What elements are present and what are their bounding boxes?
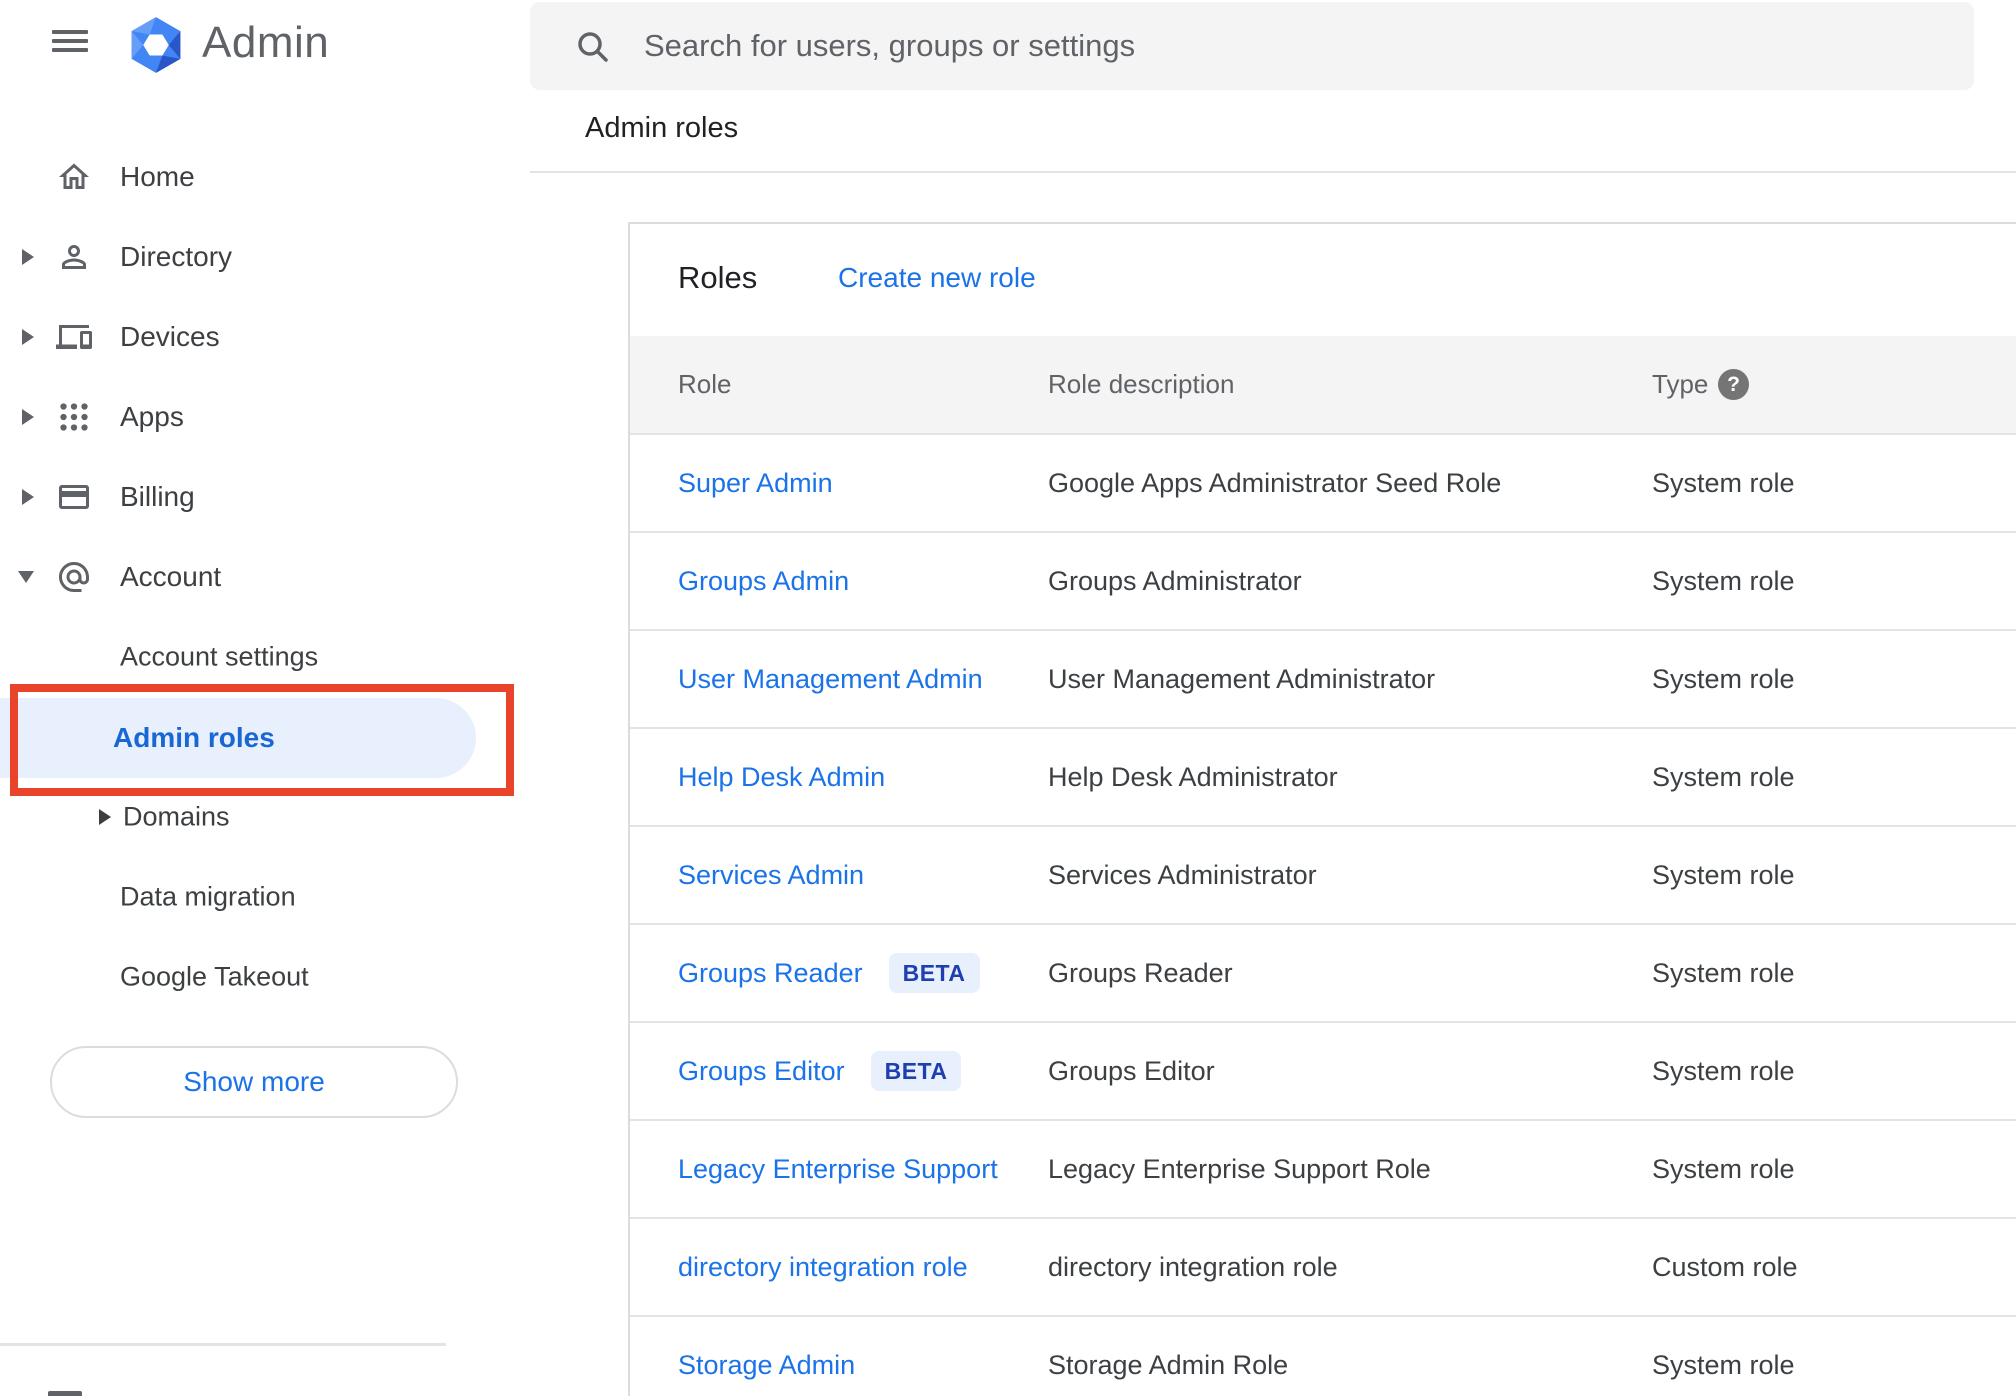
sidebar-item-account[interactable]: Account (0, 545, 446, 609)
role-description: Storage Admin Role (1048, 1350, 1289, 1380)
admin-logo-icon (131, 17, 181, 73)
role-link[interactable]: Groups Editor (678, 1023, 845, 1119)
table-header-row: Role Role description Type ? (630, 336, 2016, 433)
role-description: Google Apps Administrator Seed Role (1048, 468, 1502, 498)
role-type: System role (1652, 958, 1795, 988)
apps-grid-icon (60, 403, 88, 431)
sidebar-item-label: Billing (120, 481, 195, 512)
table-row: directory integration role directory int… (630, 1217, 2016, 1315)
role-link[interactable]: Help Desk Admin (678, 729, 885, 825)
table-row: Groups Editor BETA Groups Editor System … (630, 1021, 2016, 1119)
sidebar-item-google-takeout[interactable]: Google Takeout (0, 945, 446, 1009)
chevron-right-icon[interactable] (22, 409, 34, 425)
sidebar-item-home[interactable]: Home (0, 145, 446, 209)
sidebar-item-label: Domains (123, 801, 230, 832)
role-description: directory integration role (1048, 1252, 1338, 1282)
column-header-role-description: Role description (1048, 369, 1235, 399)
person-icon (62, 245, 86, 269)
role-type: System role (1652, 468, 1795, 498)
sidebar-item-label: Devices (120, 321, 220, 352)
role-type: System role (1652, 762, 1795, 792)
role-link[interactable]: User Management Admin (678, 631, 983, 727)
roles-card-header: Roles Create new role (630, 224, 2016, 336)
role-type: System role (1652, 664, 1795, 694)
sidebar-item-account-settings[interactable]: Account settings (0, 625, 446, 689)
show-more-button[interactable]: Show more (50, 1046, 458, 1118)
sidebar-item-domains[interactable]: Domains (0, 785, 446, 849)
role-type: System role (1652, 1056, 1795, 1086)
credit-card-icon (59, 485, 89, 509)
sidebar-item-label: Account settings (120, 641, 319, 672)
table-row: Help Desk Admin Help Desk Administrator … (630, 727, 2016, 825)
table-row: Groups Admin Groups Administrator System… (630, 531, 2016, 629)
chevron-right-icon[interactable] (22, 249, 34, 265)
sidebar-item-billing[interactable]: Billing (0, 465, 446, 529)
devices-icon (56, 325, 92, 349)
role-link[interactable]: Legacy Enterprise Support (678, 1121, 998, 1217)
hamburger-menu-icon[interactable] (52, 30, 88, 54)
table-row: Storage Admin Storage Admin Role System … (630, 1315, 2016, 1396)
chevron-right-icon[interactable] (22, 489, 34, 505)
role-description: Groups Editor (1048, 1056, 1215, 1086)
breadcrumb: Admin roles (585, 112, 739, 144)
sidebar-divider (0, 1343, 446, 1346)
sidebar-item-devices[interactable]: Devices (0, 305, 446, 369)
role-description: Groups Reader (1048, 958, 1233, 988)
role-type: System role (1652, 860, 1795, 890)
admin-console-page: Admin Search for users, groups or settin… (0, 0, 2016, 1396)
roles-card: Roles Create new role Role Role descript… (628, 222, 2016, 1396)
roles-table-body: Super Admin Google Apps Administrator Se… (630, 433, 2016, 1396)
table-row: User Management Admin User Management Ad… (630, 629, 2016, 727)
help-icon[interactable]: ? (1718, 369, 1749, 400)
sidebar-item-label: Home (120, 161, 195, 192)
sidebar-item-label: Google Takeout (120, 961, 309, 992)
table-row: Groups Reader BETA Groups Reader System … (630, 923, 2016, 1021)
sidebar-item-label: Data migration (120, 881, 296, 912)
clipped-sidebar-icon (48, 1391, 82, 1396)
search-placeholder: Search for users, groups or settings (644, 28, 1136, 63)
role-type: System role (1652, 566, 1795, 596)
chevron-down-icon[interactable] (18, 571, 34, 583)
column-header-role: Role (678, 369, 732, 399)
role-link[interactable]: Services Admin (678, 827, 864, 923)
table-row: Super Admin Google Apps Administrator Se… (630, 433, 2016, 531)
table-row: Services Admin Services Administrator Sy… (630, 825, 2016, 923)
role-type: System role (1652, 1154, 1795, 1184)
chevron-right-icon[interactable] (99, 809, 111, 825)
sidebar-item-label: Directory (120, 241, 233, 272)
role-link[interactable]: Groups Admin (678, 533, 849, 629)
chevron-right-icon[interactable] (22, 329, 34, 345)
home-icon (59, 163, 89, 189)
beta-badge: BETA (870, 1051, 962, 1091)
role-link[interactable]: Super Admin (678, 435, 833, 531)
search-input[interactable]: Search for users, groups or settings (530, 2, 1974, 90)
create-new-role-link[interactable]: Create new role (838, 224, 1036, 332)
sidebar-item-data-migration[interactable]: Data migration (0, 865, 446, 929)
sidebar-item-directory[interactable]: Directory (0, 225, 446, 289)
role-type: System role (1652, 1350, 1795, 1380)
card-title: Roles (678, 260, 758, 295)
table-row: Legacy Enterprise Support Legacy Enterpr… (630, 1119, 2016, 1217)
column-header-type: Type (1652, 369, 1709, 399)
beta-badge: BETA (888, 953, 980, 993)
role-description: Services Administrator (1048, 860, 1317, 890)
role-link[interactable]: Groups Reader (678, 925, 863, 1021)
role-type: Custom role (1652, 1252, 1798, 1282)
role-description: Legacy Enterprise Support Role (1048, 1154, 1431, 1184)
sidebar-item-label: Admin roles (113, 722, 275, 753)
role-link[interactable]: directory integration role (678, 1219, 968, 1315)
sidebar-item-admin-roles[interactable]: Admin roles (0, 698, 476, 778)
sidebar-item-label: Account (120, 561, 222, 592)
role-description: Groups Administrator (1048, 566, 1302, 596)
sidebar-item-label: Apps (120, 401, 184, 432)
at-sign-icon (59, 562, 89, 592)
content-divider (530, 171, 2016, 173)
role-link[interactable]: Storage Admin (678, 1317, 855, 1396)
role-description: User Management Administrator (1048, 664, 1436, 694)
sidebar-item-apps[interactable]: Apps (0, 385, 446, 449)
search-icon (578, 32, 608, 62)
app-title: Admin (202, 18, 330, 67)
role-description: Help Desk Administrator (1048, 762, 1338, 792)
